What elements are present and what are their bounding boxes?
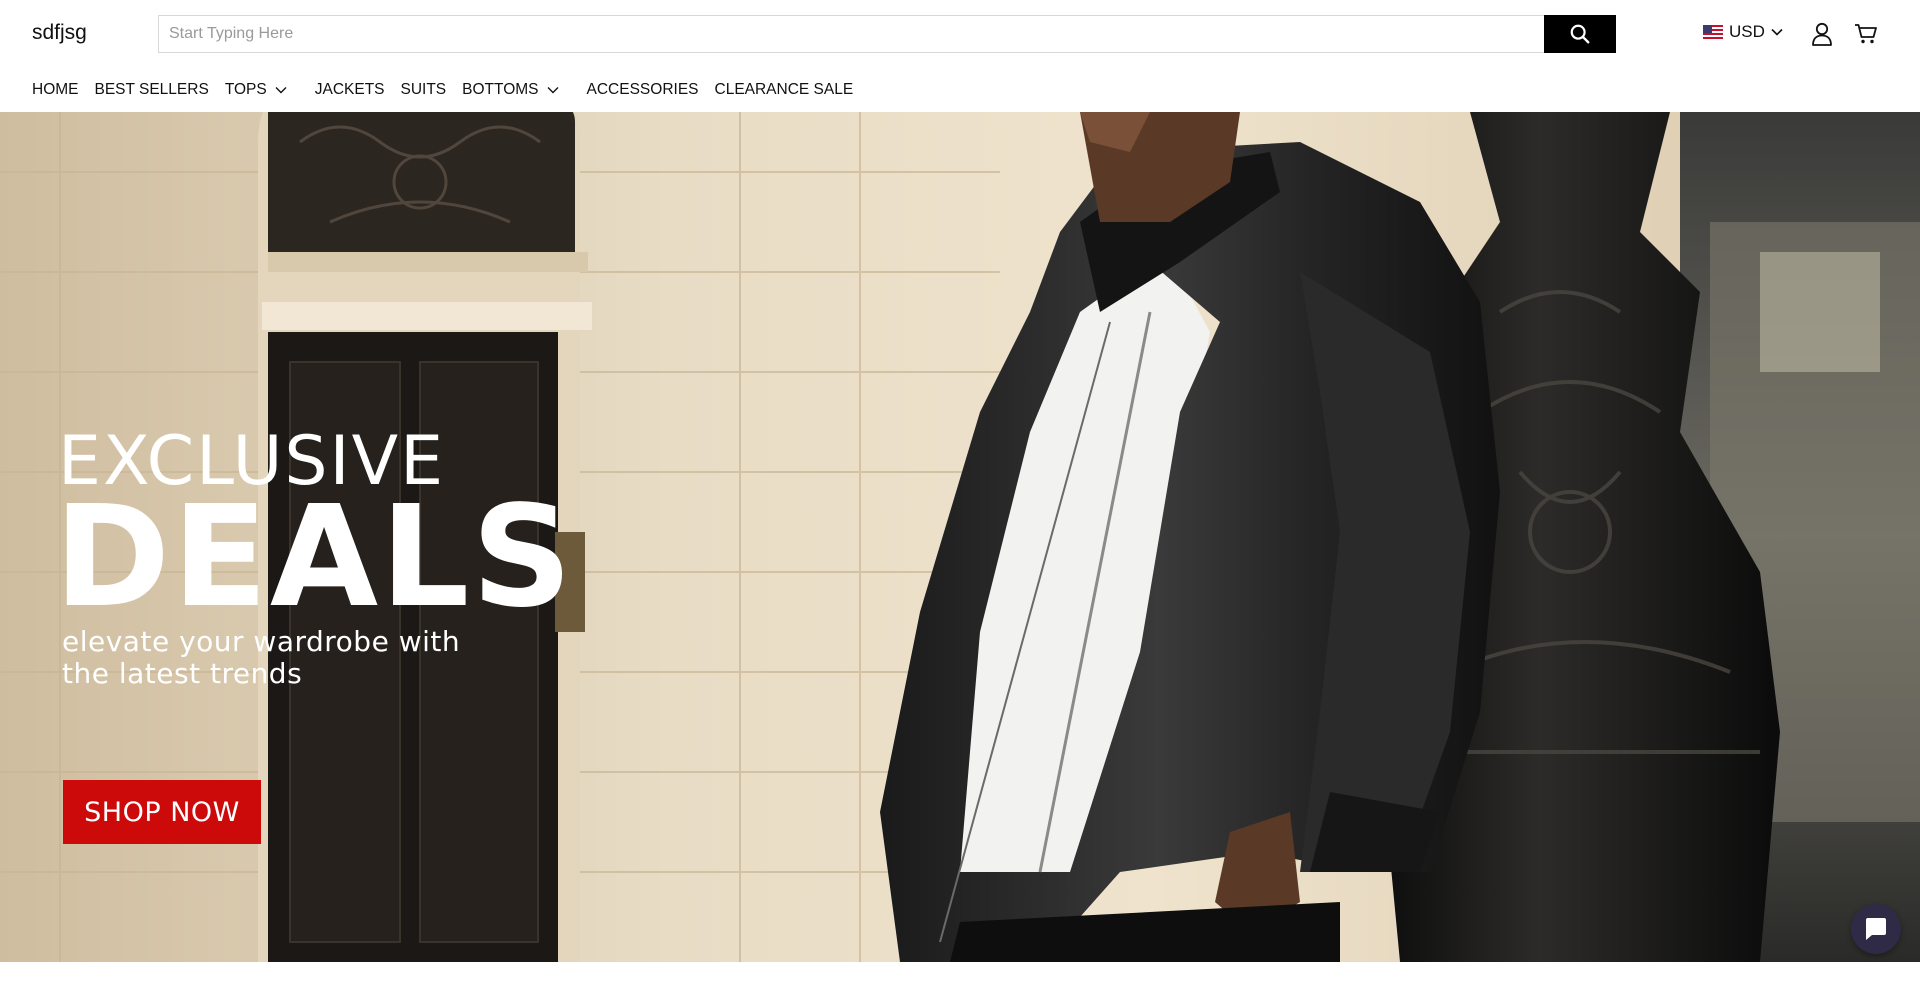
nav-label: TOPS bbox=[224, 81, 267, 98]
chevron-down-icon bbox=[547, 87, 559, 94]
nav-item-tops[interactable]: TOPS bbox=[225, 81, 287, 99]
chevron-down-icon bbox=[1771, 28, 1783, 36]
account-button[interactable] bbox=[1808, 20, 1836, 48]
chat-button[interactable] bbox=[1851, 904, 1901, 954]
search-icon bbox=[1570, 24, 1590, 44]
search-input[interactable] bbox=[158, 15, 1544, 53]
nav-item-accessories[interactable]: ACCESSORIES bbox=[587, 81, 699, 99]
nav-label: HOME bbox=[32, 81, 79, 98]
currency-selector[interactable]: USD bbox=[1703, 22, 1783, 42]
hero-banner: EXCLUSIVE DEALS elevate your wardrobe wi… bbox=[0, 112, 1920, 962]
nav-label: SUITS bbox=[400, 81, 447, 98]
nav-item-clearance-sale[interactable]: CLEARANCE SALE bbox=[715, 81, 854, 99]
cart-button[interactable] bbox=[1852, 20, 1880, 48]
nav-item-home[interactable]: HOME bbox=[32, 81, 79, 99]
shop-now-button[interactable]: SHOP NOW bbox=[63, 780, 261, 844]
chevron-down-icon bbox=[275, 87, 287, 94]
main-nav: HOME BEST SELLERS TOPS JACKETS SUITS BOT… bbox=[32, 80, 869, 100]
currency-label: USD bbox=[1729, 22, 1765, 41]
nav-item-suits[interactable]: SUITS bbox=[401, 81, 447, 99]
nav-label: ACCESSORIES bbox=[586, 81, 699, 98]
search-button[interactable] bbox=[1544, 15, 1616, 53]
nav-item-best-sellers[interactable]: BEST SELLERS bbox=[95, 81, 209, 99]
search-bar bbox=[158, 15, 1616, 53]
nav-label: BOTTOMS bbox=[462, 81, 539, 98]
cart-icon bbox=[1855, 24, 1877, 44]
chat-bubble-icon bbox=[1866, 918, 1886, 940]
hero-headline-big: DEALS bbox=[54, 476, 575, 639]
nav-item-bottoms[interactable]: BOTTOMS bbox=[462, 81, 559, 99]
hero-tagline-line-2: the latest trends bbox=[62, 657, 303, 690]
nav-label: JACKETS bbox=[314, 81, 385, 98]
nav-label: CLEARANCE SALE bbox=[714, 81, 854, 98]
nav-label: BEST SELLERS bbox=[94, 81, 209, 98]
hero-tagline: elevate your wardrobe with the latest tr… bbox=[62, 626, 482, 690]
hero-tagline-line-1: elevate your wardrobe with bbox=[62, 625, 461, 658]
user-icon bbox=[1812, 22, 1832, 46]
site-header: sdfjsg USD bbox=[0, 0, 1920, 68]
site-logo[interactable]: sdfjsg bbox=[32, 21, 87, 45]
nav-item-jackets[interactable]: JACKETS bbox=[315, 81, 385, 99]
us-flag-icon bbox=[1703, 25, 1723, 39]
